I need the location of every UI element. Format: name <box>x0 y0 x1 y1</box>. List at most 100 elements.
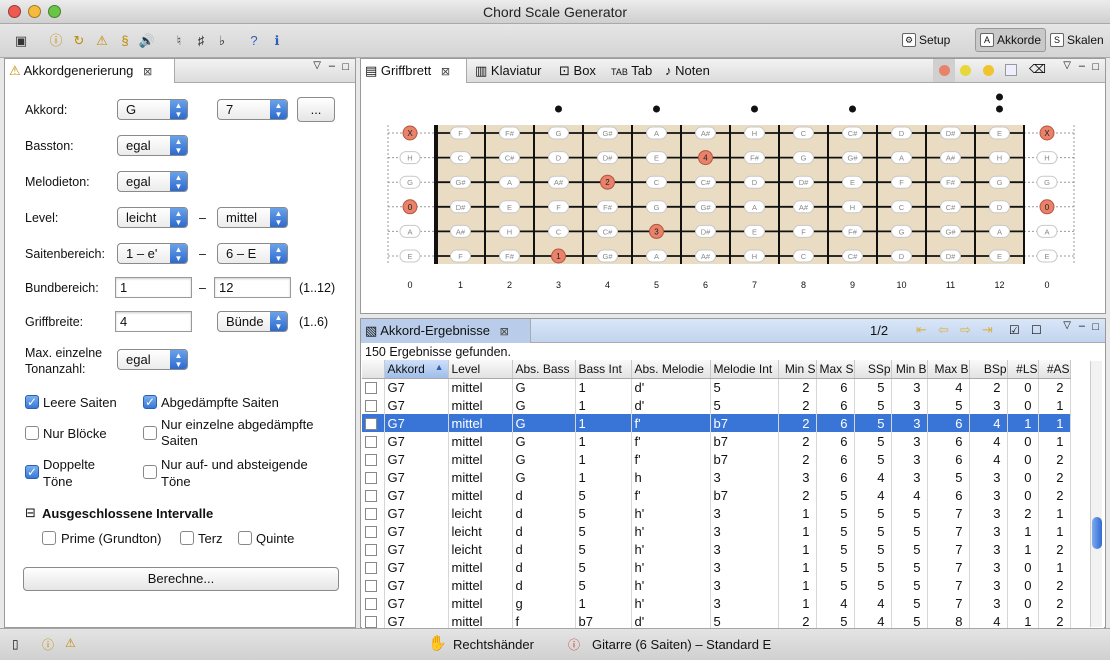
note-label[interactable]: E <box>989 249 1010 263</box>
yellow-dot-icon[interactable] <box>960 65 971 76</box>
refresh-icon[interactable]: ↻ <box>70 32 88 50</box>
note-label[interactable]: G <box>793 151 814 165</box>
nur-einzelne-checkbox[interactable] <box>143 426 157 440</box>
row-checkbox[interactable] <box>365 418 377 431</box>
level-to-select[interactable]: mittel ▲ ▼ <box>217 207 288 228</box>
help-icon[interactable]: ? <box>245 32 263 50</box>
note-label[interactable]: F# <box>940 175 961 189</box>
note-label[interactable]: A <box>646 126 667 140</box>
note-label[interactable]: D# <box>597 151 618 165</box>
basston-select[interactable]: egal ▲ ▼ <box>117 135 188 156</box>
note-label[interactable]: C <box>793 249 814 263</box>
info-icon[interactable]: ⓘ <box>42 636 54 653</box>
note-label[interactable]: C <box>891 200 912 214</box>
note-label[interactable]: F# <box>597 200 618 214</box>
column-header[interactable] <box>362 360 385 379</box>
row-checkbox[interactable] <box>365 472 377 485</box>
open-note-label[interactable]: G <box>399 175 421 189</box>
column-header[interactable]: Akkord ▲ <box>384 360 449 379</box>
column-header[interactable]: Melodie Int <box>710 360 779 379</box>
auf-ab-checkbox[interactable] <box>143 465 157 479</box>
note-label[interactable]: F# <box>499 249 520 263</box>
column-header[interactable]: Max S <box>816 360 855 379</box>
table-row[interactable]: G7 mittel G 1 f' b7 2 6 5 3 6 4 1 1 <box>362 414 1071 432</box>
row-checkbox[interactable] <box>365 382 377 395</box>
row-checkbox-cell[interactable] <box>362 576 385 594</box>
bund-from-input[interactable]: 1 <box>115 277 192 298</box>
leere-saiten-checkbox[interactable]: ✓ <box>25 395 39 409</box>
deselect-all-icon[interactable]: ☐ <box>1031 323 1042 337</box>
row-checkbox[interactable] <box>365 400 377 413</box>
row-checkbox[interactable] <box>365 544 377 557</box>
column-header[interactable]: Max B <box>927 360 970 379</box>
note-label[interactable]: H <box>989 151 1010 165</box>
note-label[interactable]: G# <box>450 175 471 189</box>
orange-dot-icon[interactable] <box>983 65 994 76</box>
row-checkbox-cell[interactable] <box>362 414 385 432</box>
new-view-icon[interactable]: ▯ <box>12 637 19 651</box>
table-row[interactable]: G7 mittel G 1 f' b7 2 6 5 3 6 4 0 1 <box>362 432 1071 450</box>
column-header[interactable]: #AS <box>1038 360 1071 379</box>
abgedaempfte-checkbox[interactable]: ✓ <box>143 395 157 409</box>
note-label[interactable]: A# <box>793 200 814 214</box>
table-row[interactable]: G7 mittel G 1 d' 5 2 6 5 3 5 3 0 1 <box>362 396 1071 414</box>
open-note-label[interactable]: A <box>399 224 421 238</box>
blank-square-icon[interactable] <box>1005 64 1017 76</box>
open-note-label[interactable]: H <box>399 151 421 165</box>
fretboard-diagram[interactable]: F F# G G# A A# H C C# D D# E H C C# D D# E F# G G# A A# H H G G# A A… <box>366 83 1102 310</box>
note-label[interactable]: E <box>646 151 667 165</box>
column-header[interactable]: Min B <box>891 360 928 379</box>
perspective-skalen[interactable]: S Skalen <box>1046 28 1108 52</box>
scrollbar-thumb[interactable] <box>1092 517 1102 549</box>
row-checkbox-cell[interactable] <box>362 504 385 522</box>
select-all-icon[interactable]: ☑ <box>1009 323 1020 337</box>
table-row[interactable]: G7 mittel d 5 h' 3 1 5 5 5 7 3 0 2 <box>362 576 1071 594</box>
scale-icon[interactable]: § <box>116 32 134 50</box>
save-icon[interactable]: ▣ <box>12 32 30 50</box>
note-label[interactable]: G <box>989 175 1010 189</box>
note-label[interactable]: A# <box>940 151 961 165</box>
note-label[interactable]: C <box>548 224 569 238</box>
natural-icon[interactable]: ♮ <box>170 32 188 50</box>
note-label[interactable]: H <box>744 126 765 140</box>
table-row[interactable]: G7 mittel g 1 h' 3 1 4 4 5 7 3 0 2 <box>362 594 1071 612</box>
last-page-icon[interactable]: ⇥ <box>982 322 993 338</box>
close-tab-icon[interactable]: ⊠ <box>441 66 450 78</box>
note-label[interactable]: E <box>499 200 520 214</box>
perspective-setup[interactable]: ⚙ Setup <box>898 28 954 52</box>
close-tab-icon[interactable]: ⊠ <box>143 66 152 78</box>
note-label[interactable]: F# <box>744 151 765 165</box>
tuning-fork-icon[interactable]: ℹ <box>268 32 286 50</box>
note-label[interactable]: C <box>646 175 667 189</box>
info-icon[interactable]: ⓘ <box>47 32 65 50</box>
note-label[interactable]: G# <box>695 200 716 214</box>
table-row[interactable]: G7 mittel G 1 f' b7 2 6 5 3 6 4 0 2 <box>362 450 1071 468</box>
row-checkbox-cell[interactable] <box>362 540 385 558</box>
note-label[interactable]: G# <box>597 126 618 140</box>
row-checkbox-cell[interactable] <box>362 450 385 468</box>
collapse-icon[interactable]: ⊟ <box>25 505 36 521</box>
maximize-icon[interactable]: □ <box>1092 61 1099 73</box>
note-label[interactable]: D# <box>793 175 814 189</box>
view-menu-icon[interactable]: ▽ <box>313 60 321 71</box>
max-tonanzahl-select[interactable]: egal ▲ ▼ <box>117 349 188 370</box>
note-label[interactable]: D <box>548 151 569 165</box>
saiten-to-select[interactable]: 6 – E ▲ ▼ <box>217 243 288 264</box>
saiten-from-select[interactable]: 1 – e' ▲ ▼ <box>117 243 188 264</box>
row-checkbox-cell[interactable] <box>362 396 385 414</box>
note-label[interactable]: A <box>646 249 667 263</box>
note-label[interactable]: F# <box>842 224 863 238</box>
akkord-type-select[interactable]: 7 ▲ ▼ <box>217 99 288 120</box>
column-header[interactable]: Abs. Melodie <box>631 360 711 379</box>
results-table[interactable]: Akkord ▲ Level Abs. Bass Bass Int Abs. Melod… <box>362 360 1104 628</box>
note-label[interactable]: G <box>646 200 667 214</box>
note-label[interactable]: C# <box>499 151 520 165</box>
open-note-label[interactable]: E <box>399 249 421 263</box>
row-checkbox[interactable] <box>365 508 377 521</box>
row-checkbox-cell[interactable] <box>362 558 385 576</box>
note-label[interactable]: C# <box>842 249 863 263</box>
note-label[interactable]: F <box>450 126 471 140</box>
row-checkbox-cell[interactable] <box>362 432 385 450</box>
note-label[interactable]: F <box>793 224 814 238</box>
open-note-label[interactable]: E <box>1036 249 1058 263</box>
